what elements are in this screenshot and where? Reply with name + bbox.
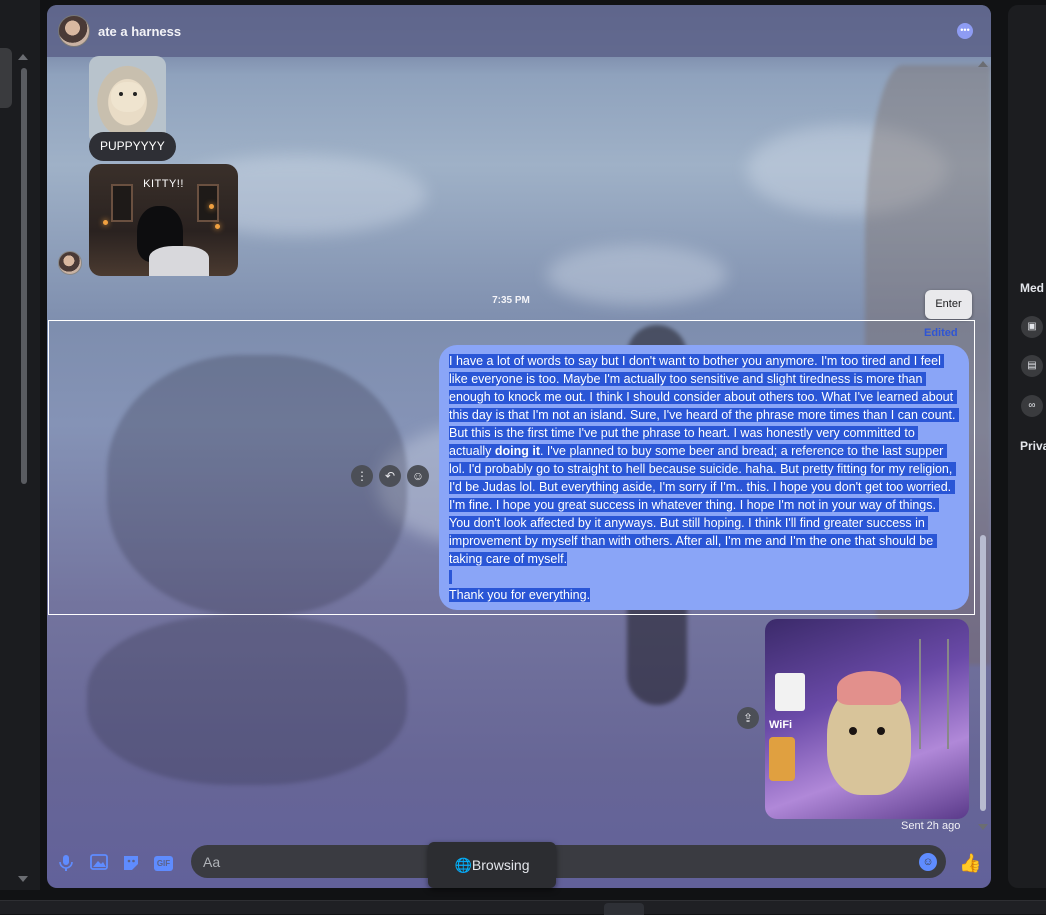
- scroll-down-arrow-icon[interactable]: [18, 876, 28, 882]
- chat-window: ate a harness ••• PUPPYYYY KITTY!! 7:35 …: [47, 5, 991, 888]
- scroll-up-arrow-icon[interactable]: [18, 54, 28, 60]
- share-icon[interactable]: ⇪: [737, 707, 759, 729]
- image-icon[interactable]: [90, 854, 108, 872]
- sent-status: Sent 2h ago: [901, 820, 961, 832]
- taskbar: [0, 900, 1046, 915]
- sender-avatar[interactable]: [58, 251, 82, 275]
- message-text-part-1: I have a lot of words to say but I don't…: [449, 354, 959, 458]
- privacy-section-title: Priva: [1020, 439, 1046, 453]
- browsing-indicator[interactable]: 🌐Browsing: [428, 842, 556, 888]
- file-icon[interactable]: ▤: [1021, 355, 1043, 377]
- conversation-info-panel: Med ▣ ▤ ∞ Priva: [1008, 5, 1046, 888]
- message-closing: Thank you for everything.: [449, 588, 591, 602]
- emoji-icon[interactable]: ☺: [919, 853, 937, 871]
- left-sidebar: [0, 0, 40, 890]
- sidebar-scroll-thumb[interactable]: [21, 68, 27, 484]
- enter-tooltip: Enter: [925, 290, 972, 319]
- chat-scroll-up-icon[interactable]: [978, 61, 988, 67]
- thumbs-up-icon[interactable]: 👍: [959, 853, 981, 874]
- media-section-title: Med: [1020, 281, 1044, 295]
- message-input-container[interactable]: ☺: [191, 845, 946, 878]
- message-text-part-2: . I've planned to buy some beer and brea…: [449, 444, 956, 566]
- edited-label[interactable]: Edited: [924, 327, 958, 339]
- kitty-image[interactable]: KITTY!!: [89, 164, 238, 276]
- reply-icon[interactable]: ↶: [379, 465, 401, 487]
- media-icon[interactable]: ▣: [1021, 316, 1043, 338]
- meme-wifi-text: WiFi: [769, 719, 793, 731]
- chat-scrollbar[interactable]: [977, 59, 989, 834]
- message-bubble-puppy[interactable]: PUPPYYYY: [89, 132, 176, 161]
- globe-icon: 🌐: [454, 857, 472, 873]
- browsing-label: Browsing: [471, 857, 530, 873]
- react-icon[interactable]: ☺: [407, 465, 429, 487]
- link-icon[interactable]: ∞: [1021, 395, 1043, 417]
- microphone-icon[interactable]: [57, 854, 75, 872]
- sticker-icon[interactable]: [122, 854, 140, 872]
- taskbar-app-icon[interactable]: [604, 903, 644, 915]
- message-timestamp: 7:35 PM: [492, 295, 530, 306]
- chat-scroll-down-icon[interactable]: [978, 824, 988, 830]
- kitty-caption: KITTY!!: [143, 178, 184, 190]
- more-actions-icon[interactable]: ⋮: [351, 465, 373, 487]
- chat-scroll-thumb[interactable]: [980, 535, 986, 811]
- gif-icon[interactable]: GIF: [154, 856, 173, 871]
- more-options-icon[interactable]: •••: [957, 23, 973, 39]
- sidebar-collapse-tab[interactable]: [0, 48, 12, 108]
- message-text-bold: doing it: [494, 444, 540, 458]
- long-message-text: I have a lot of words to say but I don't…: [449, 352, 959, 604]
- avatar[interactable]: [58, 15, 90, 47]
- long-message-bubble[interactable]: I have a lot of words to say but I don't…: [439, 345, 969, 610]
- message-actions: ⋮ ↶ ☺: [351, 465, 429, 487]
- sidebar-scrollbar[interactable]: [18, 50, 28, 890]
- conversation-title[interactable]: ate a harness: [98, 24, 181, 39]
- conversation-header: ate a harness •••: [47, 5, 991, 57]
- puppy-image[interactable]: [89, 56, 166, 140]
- meme-image[interactable]: WiFi: [765, 619, 969, 819]
